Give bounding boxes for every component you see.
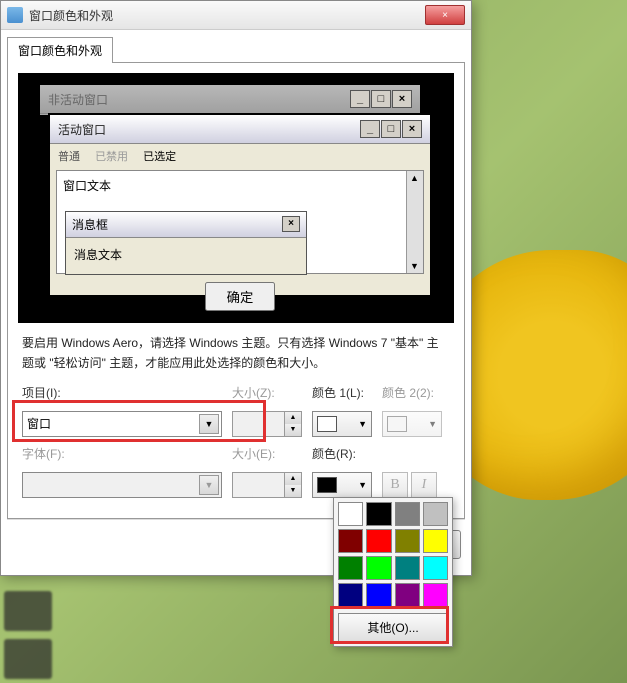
colorR-label: 颜色(R): <box>312 445 372 464</box>
msgbox-text: 消息文本 <box>66 238 306 274</box>
tab-panel: 非活动窗口 _ □ × 活动窗口 _ □ × <box>7 62 465 519</box>
window-title: 窗口颜色和外观 <box>29 7 419 24</box>
color-swatch[interactable] <box>423 583 448 607</box>
font-label: 字体(F): <box>22 445 222 464</box>
color-swatch[interactable] <box>395 529 420 553</box>
preview-menu: 普通 已禁用 已选定 <box>50 144 430 168</box>
maximize-icon: □ <box>381 120 401 138</box>
preview-message-box: 消息框 × 消息文本 <box>65 211 307 275</box>
color-swatch[interactable] <box>395 583 420 607</box>
color1-label: 颜色 1(L): <box>312 384 372 403</box>
preview-area: 非活动窗口 _ □ × 活动窗口 _ □ × <box>18 73 454 323</box>
color-grid <box>338 502 448 607</box>
color-swatch[interactable] <box>366 583 391 607</box>
bold-button: B <box>382 472 408 498</box>
msgbox-title: 消息框 <box>72 216 282 233</box>
color-swatch[interactable] <box>366 556 391 580</box>
menu-selected: 已选定 <box>143 151 176 163</box>
preview-inactive-window: 非活动窗口 _ □ × <box>38 83 422 117</box>
desktop-icon[interactable] <box>4 591 52 631</box>
close-icon: × <box>392 90 412 108</box>
controls-grid: 项目(I): 大小(Z): 颜色 1(L): 颜色 2(2): 窗口 ▼ ▲▼ … <box>18 384 454 508</box>
color-swatch[interactable] <box>338 556 363 580</box>
color-swatch[interactable] <box>366 502 391 526</box>
preview-active-window: 活动窗口 _ □ × 普通 已禁用 已选定 窗口文本 <box>48 113 432 297</box>
italic-button: I <box>411 472 437 498</box>
minimize-icon: _ <box>350 90 370 108</box>
close-icon: × <box>402 120 422 138</box>
preview-text-area: 窗口文本 消息框 × 消息文本 <box>56 170 424 274</box>
msgbox-close-icon: × <box>282 216 300 232</box>
minimize-icon: _ <box>360 120 380 138</box>
size2-spinner: ▲▼ <box>232 472 302 498</box>
font-combo: ▼ <box>22 472 222 498</box>
chevron-down-icon: ▼ <box>358 480 367 490</box>
menu-normal: 普通 <box>58 151 80 163</box>
color-swatch[interactable] <box>338 583 363 607</box>
tab-color-appearance[interactable]: 窗口颜色和外观 <box>7 37 113 63</box>
preview-ok-button: 确定 <box>205 282 276 311</box>
chevron-down-icon: ▼ <box>358 419 367 429</box>
titlebar[interactable]: 窗口颜色和外观 × <box>1 1 471 30</box>
color-swatch[interactable] <box>366 529 391 553</box>
ok-button-row: 确定 <box>50 276 430 317</box>
color-swatch[interactable] <box>395 502 420 526</box>
active-window-title: 活动窗口 <box>58 121 360 138</box>
color2-button: ▼ <box>382 411 442 437</box>
size2-label: 大小(E): <box>232 445 302 464</box>
window-controls: _ □ × <box>350 90 412 108</box>
maximize-icon: □ <box>371 90 391 108</box>
app-icon <box>7 7 23 23</box>
color-swatch[interactable] <box>338 502 363 526</box>
menu-disabled: 已禁用 <box>95 151 128 163</box>
desktop-icons <box>0 563 150 683</box>
color2-label: 颜色 2(2): <box>382 384 442 403</box>
color-swatch[interactable] <box>423 502 448 526</box>
hint-text: 要启用 Windows Aero，请选择 Windows 主题。只有选择 Win… <box>18 323 454 384</box>
inactive-window-title: 非活动窗口 <box>48 91 350 108</box>
color-swatch[interactable] <box>395 556 420 580</box>
color-appearance-dialog: 窗口颜色和外观 × 窗口颜色和外观 非活动窗口 _ □ × <box>0 0 472 576</box>
highlight-other-button <box>330 606 449 644</box>
color-swatch[interactable] <box>338 529 363 553</box>
window-text-label: 窗口文本 <box>63 179 111 193</box>
scrollbar <box>406 171 423 273</box>
close-button[interactable]: × <box>425 5 465 25</box>
color1-button[interactable]: ▼ <box>312 411 372 437</box>
color-swatch[interactable] <box>423 556 448 580</box>
desktop-icon[interactable] <box>4 639 52 679</box>
color-picker-popup: 其他(O)... <box>333 497 453 647</box>
highlight-item-combo <box>12 400 266 442</box>
colorR-button[interactable]: ▼ <box>312 472 372 498</box>
color-swatch[interactable] <box>423 529 448 553</box>
